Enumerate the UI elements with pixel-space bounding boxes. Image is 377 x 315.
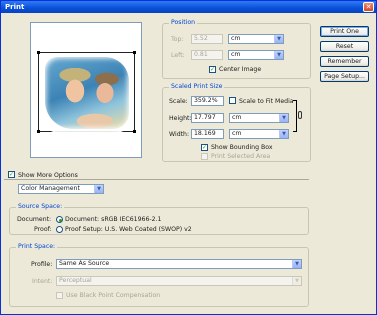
show-more-options-label: Show More Options (18, 172, 78, 179)
print-selected-area-checkbox[interactable] (201, 153, 208, 160)
black-point-label: Use Black Point Compensation (66, 292, 161, 299)
scaled-group-title: Scaled Print Size (169, 83, 225, 90)
options-category-select[interactable]: Color Management ▼ (18, 184, 104, 194)
width-input[interactable]: 18.169 (191, 129, 224, 139)
chevron-down-icon: ▼ (279, 114, 288, 122)
chain-link-icon (298, 111, 302, 119)
center-image-label: Center Image (219, 66, 262, 73)
left-unit-select[interactable]: cm ▼ (228, 50, 284, 60)
options-category-value: Color Management (21, 185, 80, 192)
top-input[interactable]: 5.52 (191, 34, 223, 44)
page-setup-button[interactable]: Page Setup... (320, 71, 369, 82)
width-label: Width: (169, 131, 190, 138)
profile-value: Same As Source (59, 260, 110, 267)
scale-to-fit-checkbox[interactable] (229, 97, 236, 104)
show-bounding-box-label: Show Bounding Box (211, 144, 273, 151)
chevron-down-icon: ▼ (292, 260, 301, 268)
print-preview (30, 22, 142, 158)
close-button[interactable]: ✕ (363, 2, 374, 12)
print-space-title: Print Space: (16, 243, 58, 250)
resize-handle-bottom-right[interactable] (133, 130, 136, 133)
scale-label: Scale: (169, 98, 188, 105)
chevron-down-icon: ▼ (292, 277, 301, 285)
intent-select[interactable]: Perceptual ▼ (56, 276, 302, 286)
checkmark-icon: ✓ (210, 66, 216, 73)
height-label: Height: (169, 115, 192, 122)
chevron-down-icon: ▼ (279, 130, 288, 138)
profile-label: Profile: (31, 261, 53, 268)
resize-handle-top-left[interactable] (37, 51, 40, 54)
document-label: Document: (17, 216, 52, 223)
resize-handle-top-right[interactable] (133, 51, 136, 54)
document-option: Document: sRGB IEC61966-2.1 (65, 216, 162, 223)
image-vignette (41, 53, 133, 133)
height-input[interactable]: 17.797 (191, 113, 224, 123)
top-unit-value: cm (231, 35, 241, 42)
print-dialog: Print ✕ Position Top: 5.52 cm ▼ Left: 0.… (0, 0, 377, 315)
print-selected-area-label: Print Selected Area (211, 153, 271, 160)
height-unit-value: cm (232, 114, 242, 121)
width-unit-value: cm (232, 130, 242, 137)
proof-radio[interactable] (56, 226, 63, 233)
checkmark-icon: ✓ (202, 144, 208, 151)
proof-label: Proof: (34, 226, 52, 233)
width-unit-select[interactable]: cm ▼ (229, 129, 289, 139)
chevron-down-icon: ▼ (274, 35, 283, 43)
black-point-checkbox[interactable] (56, 292, 63, 299)
resize-handle-bottom-left[interactable] (37, 130, 40, 133)
left-input[interactable]: 0.81 (191, 50, 223, 60)
proof-option: Proof Setup: U.S. Web Coated (SWOP) v2 (65, 226, 192, 233)
chevron-down-icon: ▼ (274, 51, 283, 59)
image-bounding-box[interactable] (37, 51, 136, 133)
title-bar[interactable]: Print ✕ (1, 1, 376, 13)
show-bounding-box-checkbox[interactable]: ✓ (201, 144, 208, 151)
reset-button[interactable]: Reset (320, 41, 369, 52)
left-label: Left: (171, 52, 185, 59)
top-unit-select[interactable]: cm ▼ (228, 34, 284, 44)
source-space-title: Source Space: (16, 203, 65, 210)
show-more-options-checkbox[interactable]: ✓ (8, 171, 15, 178)
height-unit-select[interactable]: cm ▼ (229, 113, 289, 123)
document-radio[interactable] (56, 216, 63, 223)
window-title: Print (5, 3, 25, 11)
close-icon: ✕ (365, 3, 372, 11)
scale-input[interactable]: 359.2% (191, 96, 224, 106)
remember-button[interactable]: Remember (320, 56, 369, 67)
position-group-title: Position (169, 19, 198, 26)
left-unit-value: cm (231, 51, 241, 58)
profile-select[interactable]: Same As Source ▼ (56, 259, 302, 269)
chevron-down-icon: ▼ (94, 185, 103, 193)
intent-label: Intent: (32, 278, 53, 285)
scale-to-fit-label: Scale to Fit Media (239, 98, 294, 105)
options-divider (4, 179, 309, 180)
intent-value: Perceptual (59, 277, 92, 284)
proportion-link-bracket (293, 100, 297, 132)
checkmark-icon: ✓ (9, 171, 15, 178)
print-one-button[interactable]: Print One (320, 26, 369, 37)
center-image-checkbox[interactable]: ✓ (209, 66, 216, 73)
top-label: Top: (171, 36, 184, 43)
